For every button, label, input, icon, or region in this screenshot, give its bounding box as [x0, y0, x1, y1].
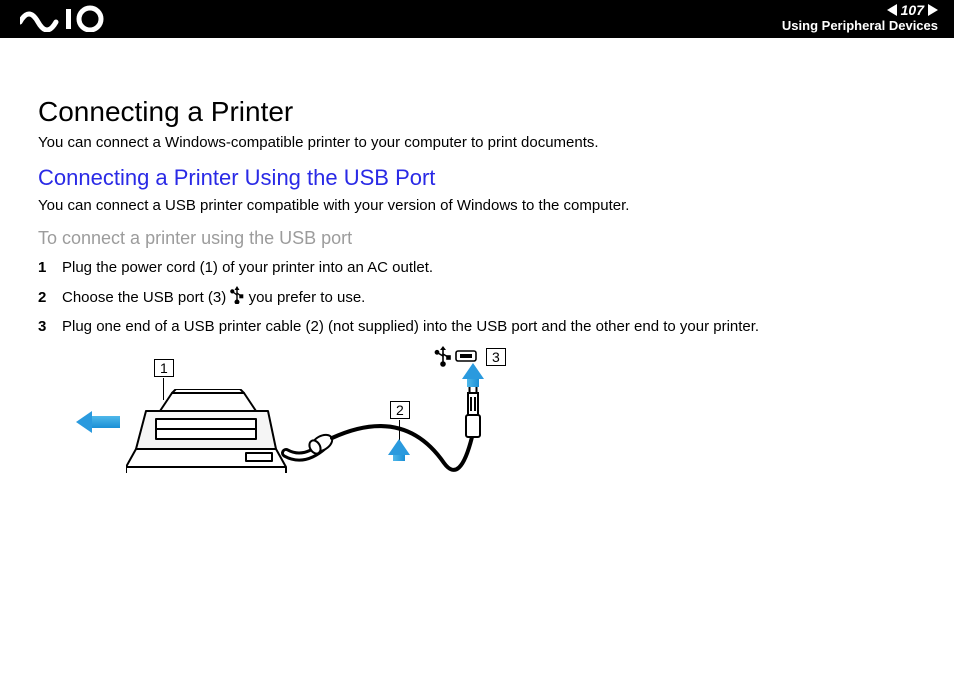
- connection-diagram: 3 1 2: [74, 345, 574, 505]
- step-text: Plug the power cord (1) of your printer …: [62, 259, 433, 276]
- step-3: 3 Plug one end of a USB printer cable (2…: [38, 318, 916, 335]
- page-number: 107: [901, 2, 924, 18]
- step-number: 3: [38, 318, 62, 335]
- section-title: Using Peripheral Devices: [782, 18, 938, 33]
- procedure-heading: To connect a printer using the USB port: [38, 228, 916, 249]
- step-text: Choose the USB port (3): [62, 286, 365, 308]
- diagram-label-2: 2: [390, 401, 410, 419]
- sub-text: You can connect a USB printer compatible…: [38, 197, 916, 214]
- step-number: 2: [38, 289, 62, 306]
- step-text: Plug one end of a USB printer cable (2) …: [62, 318, 759, 335]
- usb-icon: [230, 286, 244, 308]
- prev-page-icon[interactable]: [887, 4, 897, 16]
- cable-arrow-icon: [388, 439, 410, 461]
- usb-insert-arrow-icon: [462, 363, 484, 387]
- power-arrow-icon: [76, 411, 120, 433]
- diagram-label-3: 3: [486, 348, 506, 366]
- vaio-logo: [20, 4, 112, 32]
- page-content: Connecting a Printer You can connect a W…: [0, 38, 954, 505]
- next-page-icon[interactable]: [928, 4, 938, 16]
- intro-text: You can connect a Windows-compatible pri…: [38, 134, 916, 151]
- page-heading: Connecting a Printer: [38, 96, 916, 128]
- printer-icon: [126, 389, 296, 479]
- steps-list: 1 Plug the power cord (1) of your printe…: [38, 259, 916, 335]
- header-bar: 107 Using Peripheral Devices: [0, 0, 954, 38]
- diagram-label-1: 1: [154, 359, 174, 377]
- step-2: 2 Choose the USB port (3): [38, 286, 916, 308]
- sub-heading: Connecting a Printer Using the USB Port: [38, 165, 916, 191]
- page-navigation: 107: [887, 2, 938, 18]
- step-1: 1 Plug the power cord (1) of your printe…: [38, 259, 916, 276]
- step-number: 1: [38, 259, 62, 276]
